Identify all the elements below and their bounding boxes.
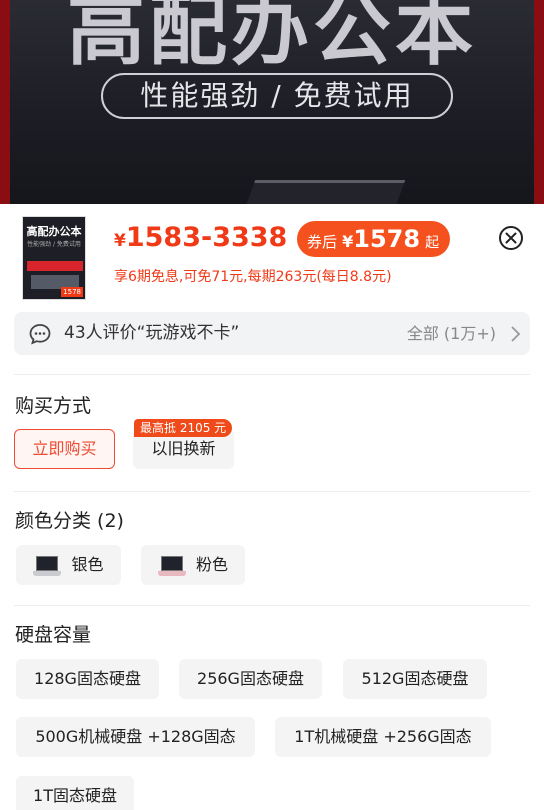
sku-selection-sheet: 高配办公本 性能强劲 / 免费试用 1578 ¥1583-3338 券后 ¥15… — [0, 204, 544, 810]
banner-title: 高配办公本 — [66, 0, 477, 76]
color-option-label: 银色 — [71, 555, 104, 574]
price-range-value: 1583-3338 — [125, 222, 288, 253]
purchase-method-title: 购买方式 — [15, 395, 92, 417]
thumbnail-title: 高配办公本 — [26, 225, 82, 238]
divider — [14, 491, 530, 492]
silver-laptop-thumbnail — [33, 554, 62, 578]
color-option-silver[interactable]: 银色 — [16, 545, 121, 585]
banner-image: 高配办公本 性能强劲 / 免费试用 — [10, 0, 534, 204]
storage-option-1t-ssd[interactable]: 1T固态硬盘 — [16, 776, 134, 810]
close-circle-icon[interactable] — [498, 225, 524, 251]
thumbnail-subtitle: 性能强劲 / 免费试用 — [27, 241, 81, 248]
review-all-link[interactable]: 全部 (1万+) — [407, 312, 496, 355]
price-currency: ¥ — [114, 231, 126, 251]
price-range: ¥1583-3338 — [114, 222, 287, 253]
divider — [14, 374, 530, 375]
review-summary-bar[interactable]: 43人评价“玩游戏不卡” 全部 (1万+) — [14, 312, 530, 355]
storage-capacity-title: 硬盘容量 — [15, 624, 92, 646]
color-category-title: 颜色分类 (2) — [15, 510, 124, 532]
option-buy-now[interactable]: 立即购买 — [14, 429, 115, 469]
trade-in-discount-badge: 最高抵 2105 元 — [134, 419, 233, 437]
storage-option-128g-ssd[interactable]: 128G固态硬盘 — [16, 659, 159, 699]
review-highlight: 43人评价“玩游戏不卡” — [64, 323, 240, 343]
thumbnail-price: 1578 — [61, 287, 83, 297]
coupon-label: 券后 — [307, 233, 338, 251]
chevron-right-icon — [511, 326, 521, 342]
storage-option-1t-hdd-256g-ssd[interactable]: 1T机械硬盘 +256G固态 — [275, 717, 491, 757]
storage-option-256g-ssd[interactable]: 256G固态硬盘 — [179, 659, 322, 699]
color-option-label: 粉色 — [195, 555, 228, 574]
product-thumbnail[interactable]: 高配办公本 性能强劲 / 免费试用 1578 — [22, 216, 86, 300]
pink-laptop-thumbnail — [157, 554, 186, 578]
divider — [14, 605, 530, 606]
thumbnail-promo-strip — [27, 261, 83, 271]
product-banner: 高配办公本 性能强劲 / 免费试用 — [0, 0, 544, 204]
banner-slogan: 性能强劲 / 免费试用 — [101, 73, 453, 119]
installment-info: 享6期免息,可免71元,每期263元(每日8.8元) — [114, 269, 392, 285]
color-option-pink[interactable]: 粉色 — [141, 545, 245, 585]
coupon-price: 1578 — [353, 225, 421, 253]
coupon-price-badge: 券后 ¥1578 起 — [297, 221, 450, 257]
storage-option-500g-hdd-128g-ssd[interactable]: 500G机械硬盘 +128G固态 — [16, 717, 255, 757]
coupon-suffix: 起 — [425, 235, 440, 251]
storage-option-512g-ssd[interactable]: 512G固态硬盘 — [343, 659, 487, 699]
laptop-image — [240, 180, 406, 204]
chat-bubble-icon — [29, 324, 51, 345]
coupon-currency: ¥ — [342, 232, 354, 251]
